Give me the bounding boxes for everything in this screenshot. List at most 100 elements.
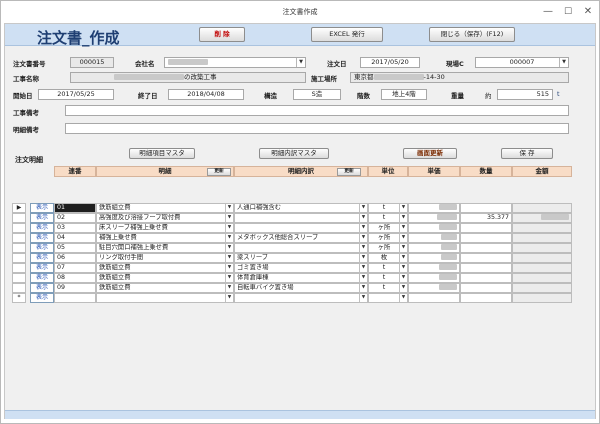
price-cell[interactable] (408, 213, 460, 223)
item-cell[interactable]: 高強度及び溶接フープ取付費 ▼ (96, 213, 234, 223)
breakdown-cell[interactable]: ▼ (234, 293, 368, 303)
unit-cell[interactable]: ヶ所 ▼ (368, 243, 408, 253)
unit-cell[interactable]: t ▼ (368, 283, 408, 293)
show-button[interactable]: 表示 (30, 213, 54, 223)
price-cell[interactable] (408, 223, 460, 233)
delete-button[interactable]: 削 除 (199, 27, 245, 42)
show-button[interactable]: 表示 (30, 293, 54, 303)
order-number-field[interactable]: 000015 (70, 57, 114, 68)
close-icon[interactable]: ✕ (579, 4, 597, 20)
row-selector[interactable]: ▶ (12, 203, 26, 213)
chevron-down-icon[interactable]: ▼ (225, 244, 233, 252)
item-cell[interactable]: 鉄筋組立費 ▼ (96, 263, 234, 273)
chevron-down-icon[interactable]: ▼ (399, 264, 407, 272)
item-master-button[interactable]: 明細項目マスタ (129, 148, 195, 159)
item-cell[interactable]: 床スリーブ補強上乗せ費 ▼ (96, 223, 234, 233)
unit-cell[interactable]: t ▼ (368, 273, 408, 283)
row-selector[interactable] (12, 213, 26, 223)
item-cell[interactable]: 駐目穴開口補強上乗せ費 ▼ (96, 243, 234, 253)
row-selector[interactable]: * (12, 293, 26, 303)
qty-cell[interactable] (460, 243, 512, 253)
chevron-down-icon[interactable]: ▼ (225, 294, 233, 302)
seq-cell[interactable]: 02 (54, 213, 96, 223)
unit-cell[interactable]: 枚 ▼ (368, 253, 408, 263)
unit-cell[interactable]: ヶ所 ▼ (368, 233, 408, 243)
breakdown-cell[interactable]: ゴミ置き場 ▼ (234, 263, 368, 273)
floors-field[interactable]: 地上4階 (381, 89, 427, 100)
chevron-down-icon[interactable]: ▼ (225, 274, 233, 282)
chevron-down-icon[interactable]: ▼ (359, 204, 367, 212)
end-date-field[interactable]: 2018/04/08 (168, 89, 244, 100)
chevron-down-icon[interactable]: ▼ (399, 254, 407, 262)
price-cell[interactable] (408, 253, 460, 263)
row-selector[interactable] (12, 223, 26, 233)
chevron-down-icon[interactable]: ▼ (225, 284, 233, 292)
chevron-down-icon[interactable]: ▼ (359, 274, 367, 282)
qty-cell[interactable]: 35.377 (460, 213, 512, 223)
chevron-down-icon[interactable]: ▼ (399, 204, 407, 212)
chevron-down-icon[interactable]: ▼ (225, 204, 233, 212)
row-selector[interactable] (12, 243, 26, 253)
chevron-down-icon[interactable]: ▼ (399, 294, 407, 302)
row-selector[interactable] (12, 263, 26, 273)
seq-cell[interactable]: 07 (54, 263, 96, 273)
chevron-down-icon[interactable]: ▼ (359, 234, 367, 242)
chevron-down-icon[interactable]: ▼ (225, 234, 233, 242)
price-cell[interactable] (408, 233, 460, 243)
item-cell[interactable]: 鉄筋組立費 ▼ (96, 273, 234, 283)
item-cell[interactable]: ▼ (96, 293, 234, 303)
chevron-down-icon[interactable]: ▼ (359, 264, 367, 272)
detail-note-field[interactable] (65, 123, 569, 134)
order-date-field[interactable]: 2017/05/20 (360, 57, 420, 68)
chevron-down-icon[interactable]: ▼ (359, 224, 367, 232)
row-selector[interactable] (12, 253, 26, 263)
item-cell[interactable]: リング取付手間 ▼ (96, 253, 234, 263)
save-button[interactable]: 保 存 (501, 148, 553, 159)
chevron-down-icon[interactable]: ▼ (399, 234, 407, 242)
unit-cell[interactable]: t ▼ (368, 203, 408, 213)
minimize-icon[interactable]: — (539, 4, 557, 20)
company-select[interactable]: ▼ (164, 57, 306, 68)
chevron-down-icon[interactable]: ▼ (359, 284, 367, 292)
breakdown-cell[interactable]: メタボックス他総合スリーブ ▼ (234, 233, 368, 243)
seq-cell[interactable] (54, 293, 96, 303)
chevron-down-icon[interactable]: ▼ (359, 254, 367, 262)
work-note-field[interactable] (65, 105, 569, 116)
chevron-down-icon[interactable]: ▼ (359, 294, 367, 302)
chevron-down-icon[interactable]: ▼ (359, 214, 367, 222)
price-cell[interactable] (408, 243, 460, 253)
breakdown-cell[interactable]: ▼ (234, 243, 368, 253)
qty-cell[interactable] (460, 283, 512, 293)
chevron-down-icon[interactable]: ▼ (399, 274, 407, 282)
chevron-down-icon[interactable]: ▼ (559, 58, 568, 67)
seq-cell[interactable]: 09 (54, 283, 96, 293)
price-cell[interactable] (408, 263, 460, 273)
row-selector[interactable] (12, 273, 26, 283)
excel-export-button[interactable]: EXCEL 発行 (311, 27, 383, 42)
unit-cell[interactable]: ヶ所 ▼ (368, 223, 408, 233)
item-cell[interactable]: 補強上乗せ費 ▼ (96, 233, 234, 243)
qty-cell[interactable] (460, 253, 512, 263)
refresh-button[interactable]: 画面更新 (403, 148, 457, 159)
breakdown-cell[interactable]: 体育倉庫棟 ▼ (234, 273, 368, 283)
show-button[interactable]: 表示 (30, 273, 54, 283)
seq-cell[interactable]: 06 (54, 253, 96, 263)
chevron-down-icon[interactable]: ▼ (399, 224, 407, 232)
item-cell[interactable]: 鉄筋組立費 ▼ (96, 283, 234, 293)
chevron-down-icon[interactable]: ▼ (399, 284, 407, 292)
show-button[interactable]: 表示 (30, 203, 54, 213)
breakdown-cell[interactable]: 梁スリーブ ▼ (234, 253, 368, 263)
price-cell[interactable] (408, 273, 460, 283)
close-save-button[interactable]: 閉じる（保存）(F12) (429, 27, 515, 42)
price-cell[interactable] (408, 293, 460, 303)
chevron-down-icon[interactable]: ▼ (225, 214, 233, 222)
chevron-down-icon[interactable]: ▼ (399, 214, 407, 222)
show-button[interactable]: 表示 (30, 223, 54, 233)
breakdown-cell[interactable]: ▼ (234, 213, 368, 223)
work-name-field[interactable]: の改築工事 (70, 72, 306, 83)
chevron-down-icon[interactable]: ▼ (359, 244, 367, 252)
seq-cell[interactable]: 04 (54, 233, 96, 243)
chevron-down-icon[interactable]: ▼ (225, 264, 233, 272)
breakdown-update-button[interactable]: 更新 (337, 168, 361, 176)
seq-cell[interactable]: 03 (54, 223, 96, 233)
